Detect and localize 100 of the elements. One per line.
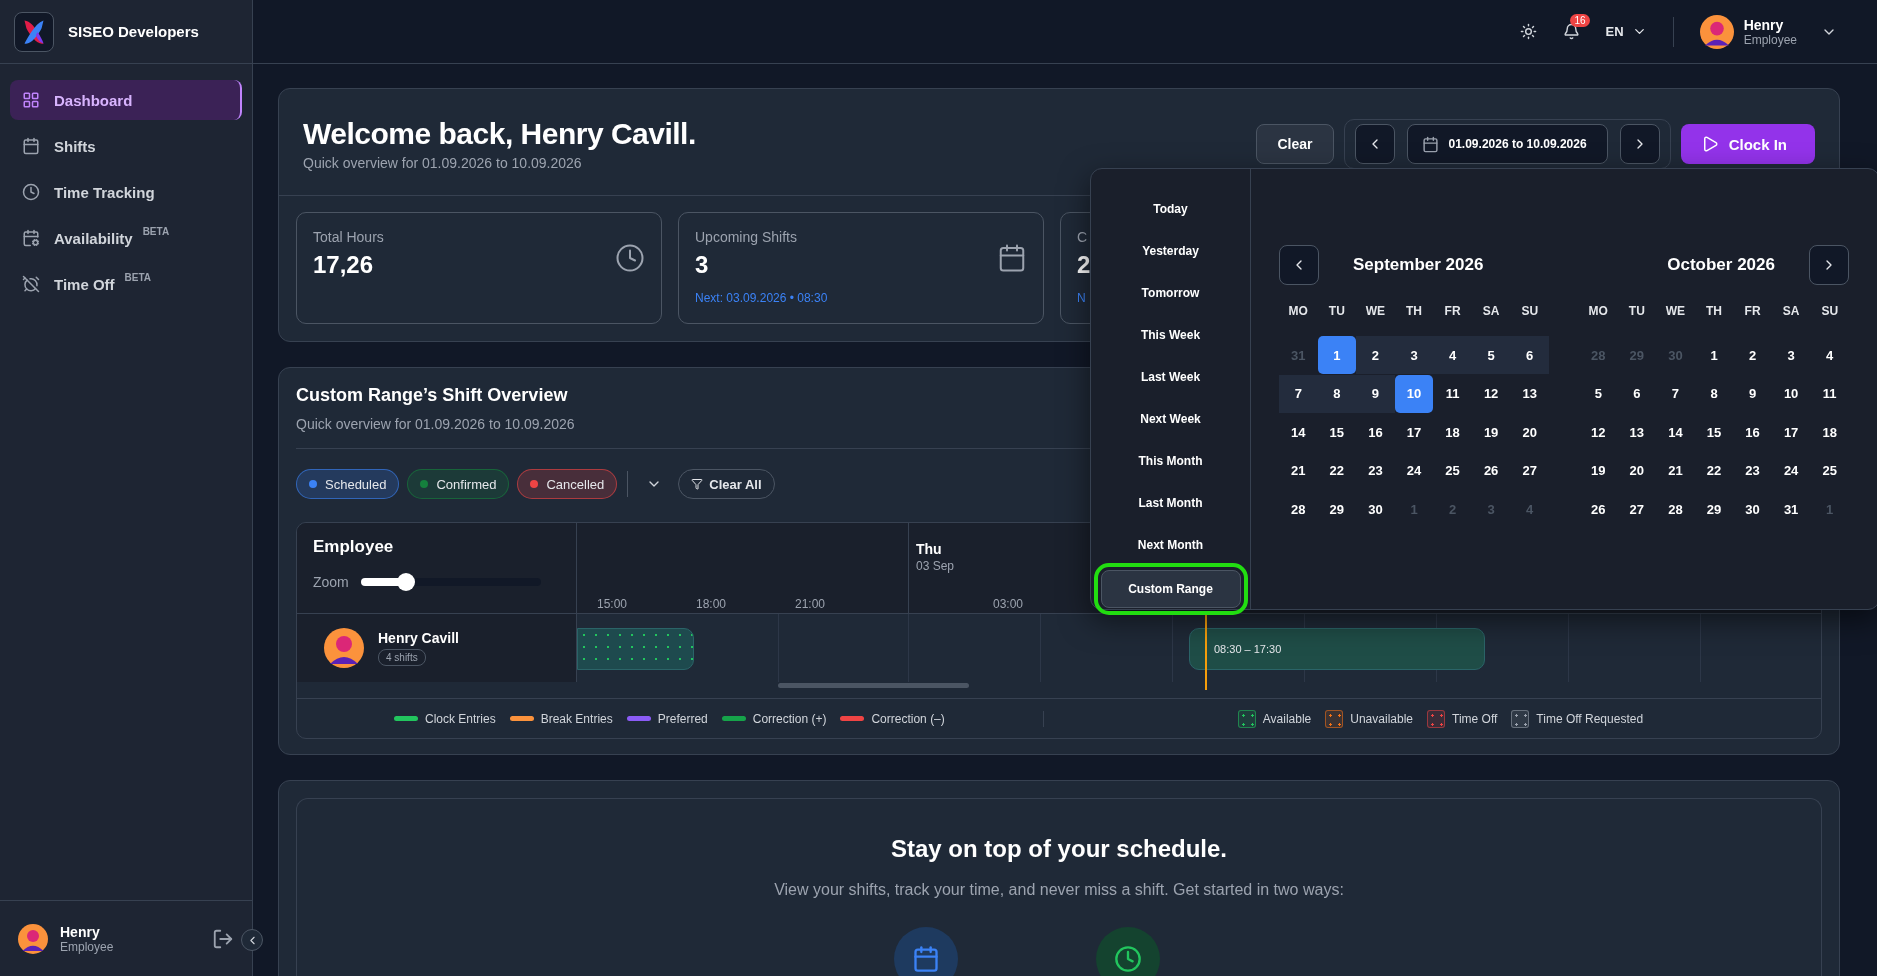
calendar-day[interactable]: 18 [1433,413,1472,451]
status-filter[interactable]: Cancelled [517,469,618,499]
calendar-day[interactable]: 19 [1579,451,1618,490]
date-range-button[interactable]: 01.09.2026 to 10.09.2026 [1406,124,1608,164]
calendar-day[interactable]: 22 [1694,451,1734,490]
calendar-day[interactable]: 10 [1771,374,1811,413]
calendar-day[interactable]: 11 [1810,374,1849,413]
calendar-day[interactable]: 28 [1656,490,1695,528]
status-filter[interactable]: Confirmed [407,469,510,499]
calendar-day[interactable]: 12 [1579,413,1618,451]
preset-option[interactable]: This Week [1100,314,1241,356]
calendar-day[interactable]: 17 [1394,413,1434,451]
calendar-day[interactable]: 7 [1279,374,1318,413]
language-select[interactable]: EN [1605,24,1647,39]
calendar-day[interactable]: 13 [1617,413,1657,451]
calendar-day[interactable]: 16 [1733,413,1772,451]
calendar-day[interactable]: 25 [1810,451,1849,490]
sidebar-item[interactable]: Time Tracking [10,172,242,212]
clear-button[interactable]: Clear [1256,124,1334,164]
preset-option[interactable]: This Month [1100,440,1241,482]
calendar-day[interactable]: 15 [1694,413,1734,451]
calendar-day[interactable]: 7 [1656,374,1695,413]
calendar-day[interactable]: 30 [1356,490,1395,528]
shift-bar[interactable]: 08:30 – 17:30 [1189,628,1485,670]
calendar-day[interactable]: 9 [1356,374,1395,413]
preset-option[interactable]: Yesterday [1100,230,1241,272]
calendar-day[interactable]: 22 [1317,451,1357,490]
calendar-day[interactable]: 17 [1771,413,1811,451]
weekday-label: SA [1781,304,1801,320]
calendar-day[interactable]: 27 [1510,451,1549,490]
calendar-day[interactable]: 26 [1579,490,1618,528]
status-filter[interactable]: Scheduled [296,469,400,499]
calendar-day[interactable]: 16 [1356,413,1395,451]
calendar-day[interactable]: 6 [1617,374,1657,413]
sun-icon[interactable] [1519,23,1537,40]
legend-label: Unavailable [1350,711,1413,726]
calendar-day[interactable]: 4 [1810,336,1849,374]
calendar-day[interactable]: 14 [1279,413,1318,451]
sidebar-item[interactable]: Availability $^{BETA}$ [10,218,242,258]
calendar-day[interactable]: 29 [1694,490,1734,528]
calendar-day[interactable]: 27 [1617,490,1657,528]
welcome-subtitle: Quick overview for 01.09.2026 to 10.09.2026 [303,155,583,171]
calendar-day[interactable]: 30 [1733,490,1772,528]
sidebar-item[interactable]: Dashboard [10,80,242,120]
calendar-day[interactable]: 24 [1394,451,1434,490]
calendar-day[interactable]: 21 [1656,451,1695,490]
calendar-day[interactable]: 5 [1579,374,1618,413]
calendar-day[interactable]: 1 [1694,336,1734,374]
calendar-day[interactable]: 24 [1771,451,1811,490]
calendar-day[interactable]: 8 [1694,374,1734,413]
calendar-day[interactable]: 13 [1510,374,1549,413]
zoom-slider[interactable] [360,573,541,591]
sidebar-item[interactable]: Shifts [10,126,242,166]
preset-option[interactable]: Next Week [1100,398,1241,440]
month-title: September 2026 [1353,255,1485,275]
preset-option[interactable]: Next Month [1100,524,1241,566]
sidebar-item[interactable]: Time Off $^{BETA}$ [10,264,242,304]
slider-thumb[interactable] [396,573,415,591]
calendar-day[interactable]: 14 [1656,413,1695,451]
calendar-day[interactable]: 3 [1771,336,1811,374]
calendar-day[interactable]: 25 [1433,451,1472,490]
preset-option[interactable]: Last Month [1100,482,1241,524]
preset-option[interactable]: Last Week [1100,356,1241,398]
clock-in-button[interactable]: Clock In [1680,124,1815,164]
calendar-day[interactable]: 3 [1394,336,1434,374]
calendar-day[interactable]: 23 [1733,451,1772,490]
scrollbar-thumb[interactable] [778,683,969,688]
calendar-day[interactable]: 2 [1356,336,1395,374]
calendar-day[interactable]: 5 [1471,336,1511,374]
bell-icon[interactable] [1562,23,1580,40]
shift-bar[interactable] [577,628,694,670]
next-button[interactable] [1619,124,1660,164]
calendar-day[interactable]: 10 [1394,374,1434,413]
calendar-day[interactable]: 18 [1810,413,1849,451]
calendar-day[interactable]: 6 [1510,336,1549,374]
calendar-day[interactable]: 4 [1433,336,1472,374]
empty-state-text: View your shifts, track your time, and never miss a shift. Get started in two ways: [774,881,1344,899]
calendar-day[interactable]: 9 [1733,374,1772,413]
calendar-day[interactable]: 31 [1771,490,1811,528]
calendar-day[interactable]: 20 [1510,413,1549,451]
calendar-day[interactable]: 29 [1317,490,1357,528]
preset-option[interactable]: Tomorrow [1100,272,1241,314]
preset-option[interactable]: Today [1100,188,1241,230]
calendar-day[interactable]: 2 [1733,336,1772,374]
calendar-day[interactable]: 15 [1317,413,1357,451]
calendar-day[interactable]: 21 [1279,451,1318,490]
calendar-day[interactable]: 11 [1433,374,1472,413]
previous-button[interactable] [1354,124,1395,164]
calendar-day[interactable]: 26 [1471,451,1511,490]
calendar-day[interactable]: 1 [1317,336,1357,374]
calendar-day[interactable]: 23 [1356,451,1395,490]
logout-icon[interactable] [212,927,234,950]
clock-icon [615,243,645,273]
calendar-day[interactable]: 19 [1471,413,1511,451]
calendar-day[interactable]: 12 [1471,374,1511,413]
calendar-day[interactable]: 8 [1317,374,1357,413]
calendar-day[interactable]: 20 [1617,451,1657,490]
collapse-button[interactable] [241,929,263,951]
shift-count: 4 shifts [378,649,426,666]
calendar-day[interactable]: 28 [1279,490,1318,528]
